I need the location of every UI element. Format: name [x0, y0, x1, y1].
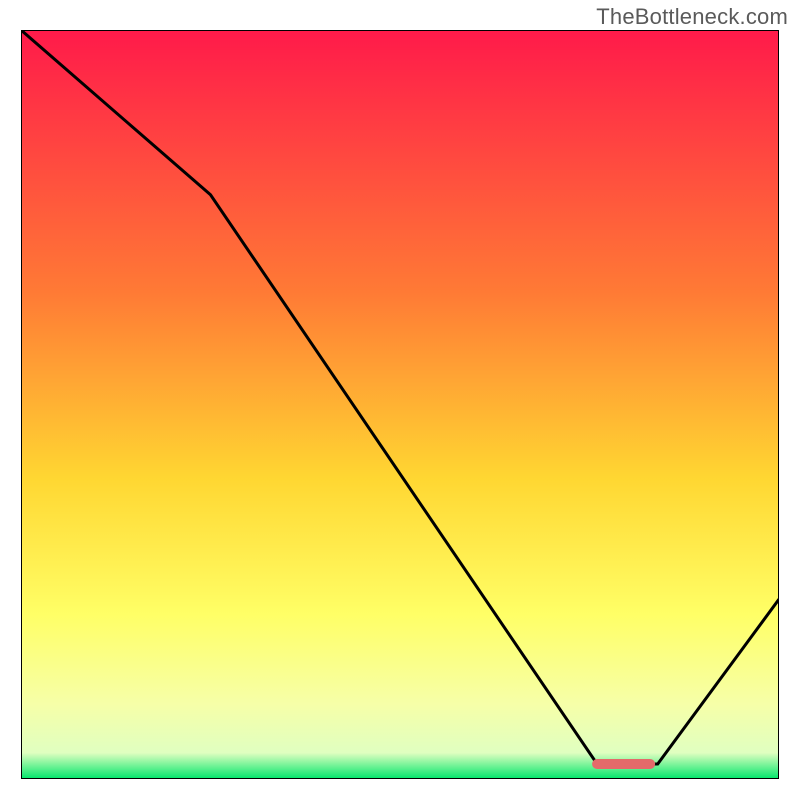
- attribution-label: TheBottleneck.com: [596, 4, 788, 30]
- chart-background-gradient: [21, 30, 779, 779]
- chart-svg: [21, 30, 779, 779]
- bottleneck-chart: [21, 30, 779, 779]
